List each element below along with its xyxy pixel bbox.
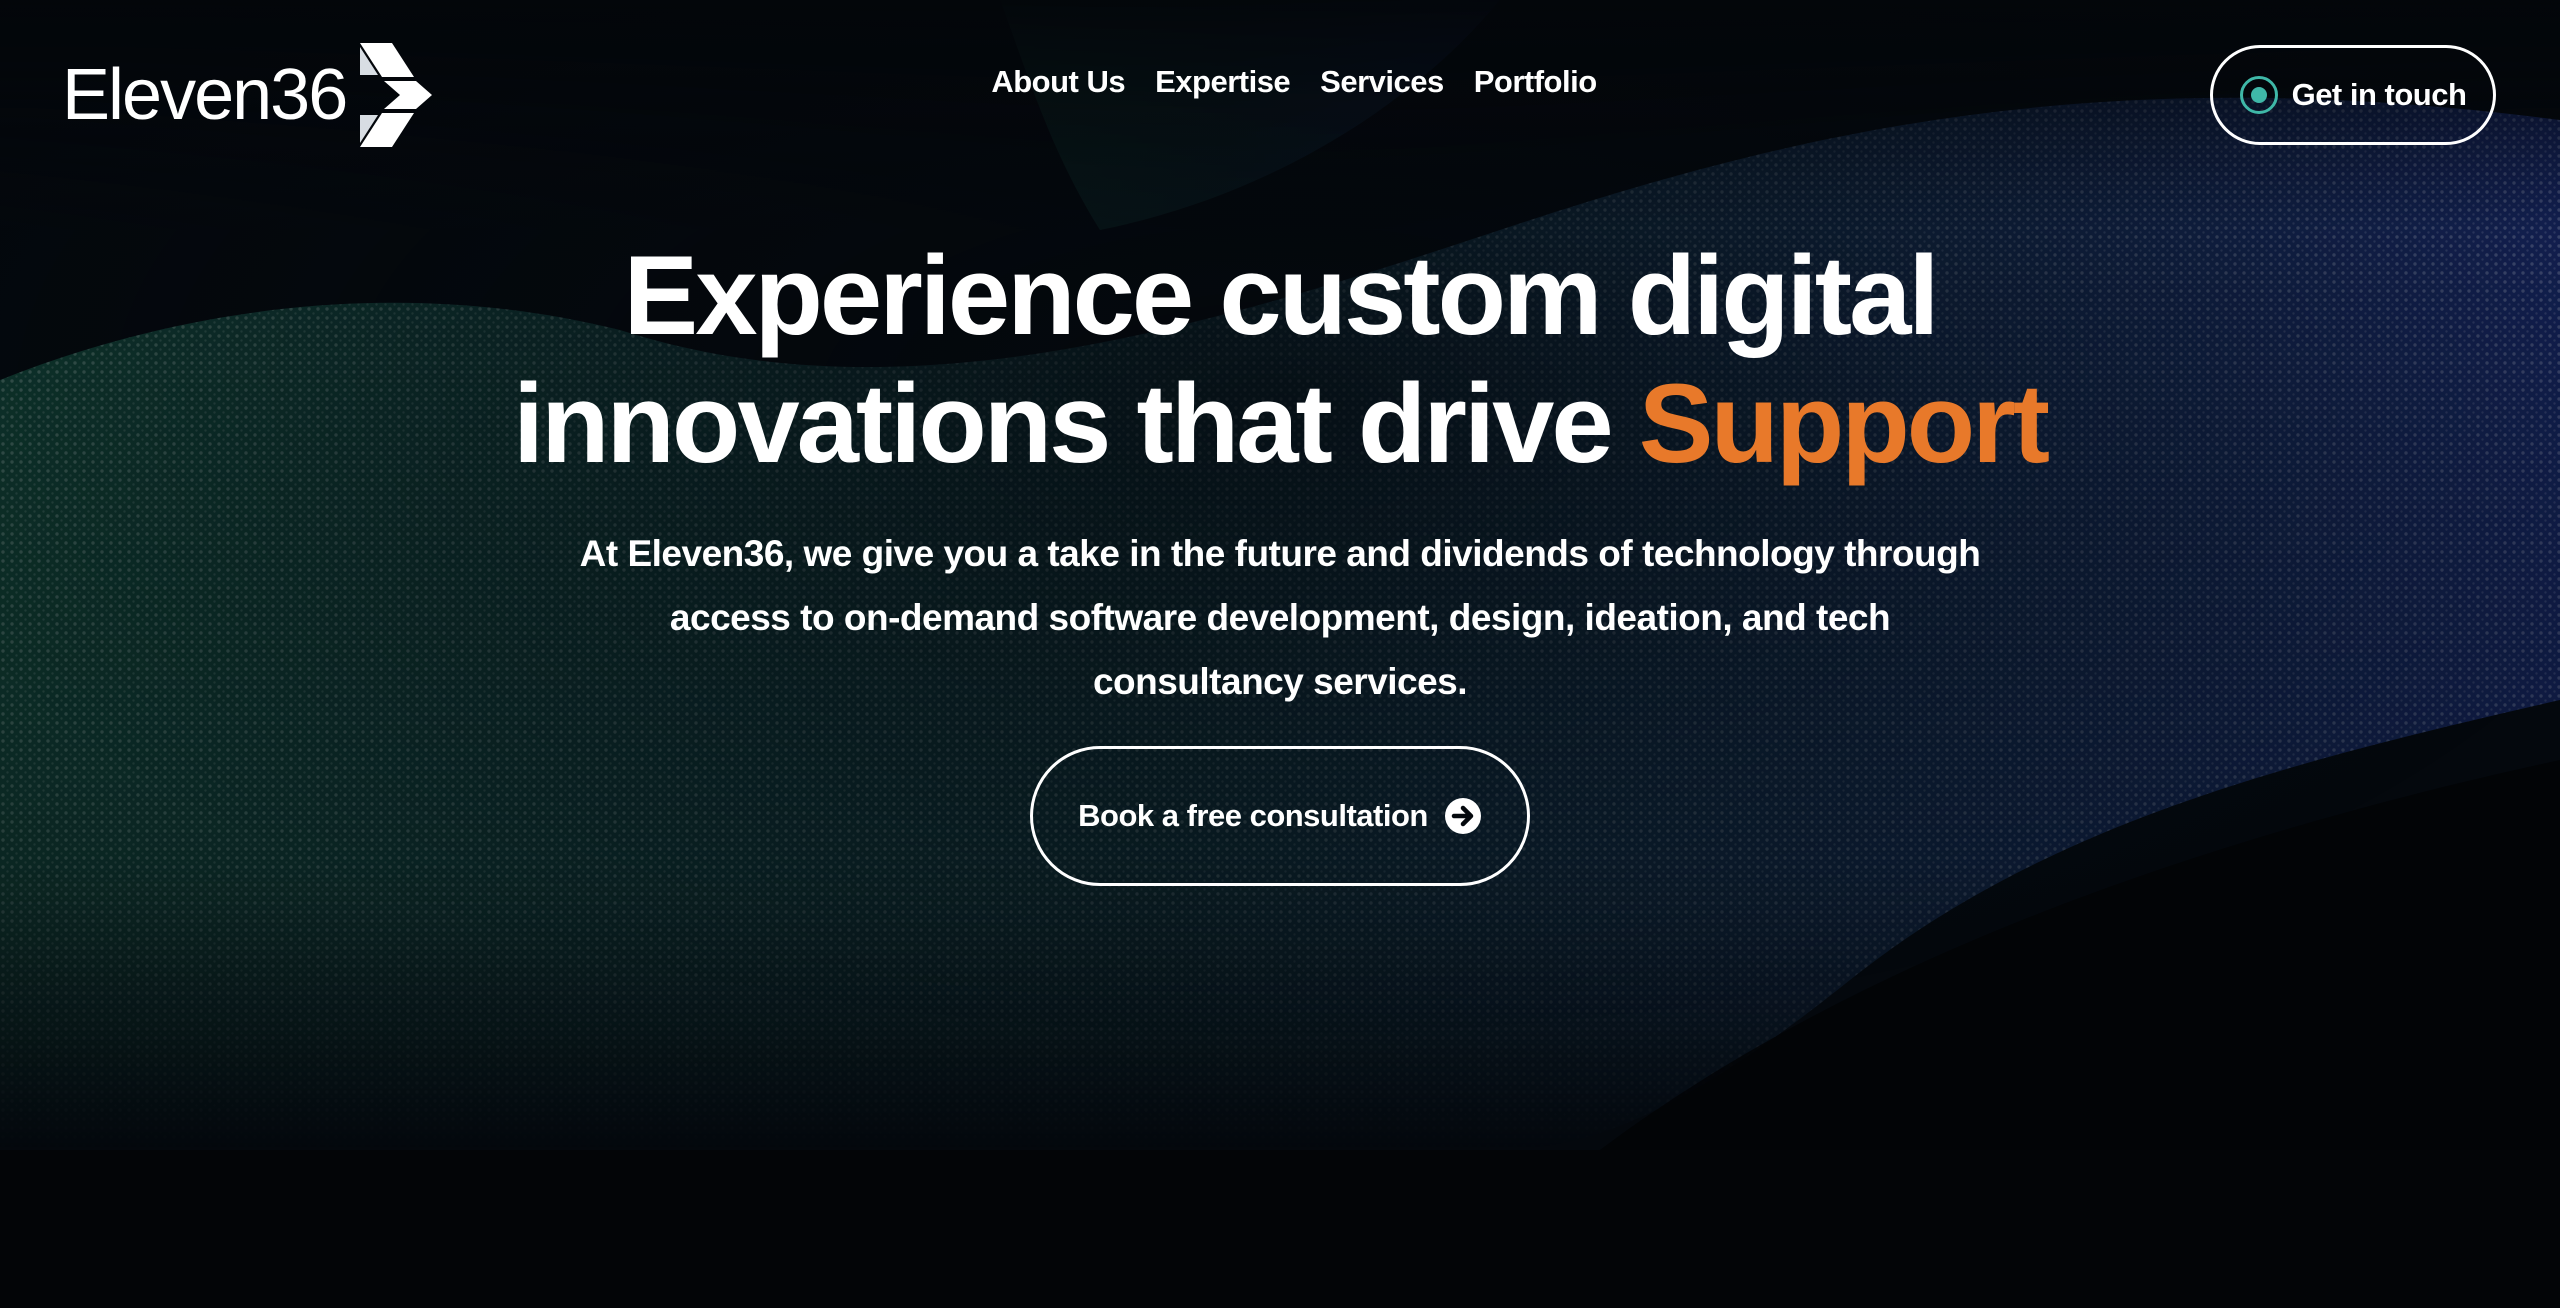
book-consultation-button[interactable]: Book a free consultation: [1030, 746, 1530, 886]
nav-expertise[interactable]: Expertise: [1155, 64, 1291, 100]
radio-dot-icon: [2239, 76, 2278, 114]
arrow-right-circle-icon: [1444, 798, 1481, 834]
nav-services[interactable]: Services: [1320, 64, 1444, 100]
get-in-touch-button[interactable]: Get in touch: [2210, 45, 2496, 145]
nav-about-us[interactable]: About Us: [991, 64, 1125, 100]
subtext-line-2: access to on-demand software development…: [669, 597, 1891, 638]
hero-subtext: At Eleven36, we give you a take in the f…: [560, 522, 2000, 714]
headline-line-1: Experience custom digital: [623, 233, 1940, 358]
headline-accent-word: Support: [1638, 361, 2050, 486]
subtext-line-3: consultancy services.: [1092, 661, 1468, 702]
hero-headline: Experience custom digital innovations th…: [0, 232, 2560, 488]
book-consultation-label: Book a free consultation: [1078, 798, 1428, 833]
headline-line-2: innovations that drive: [512, 361, 1639, 486]
subtext-line-1: At Eleven36, we give you a take in the f…: [579, 533, 1981, 574]
main-nav: About Us Expertise Services Portfolio: [0, 64, 2560, 100]
get-in-touch-label: Get in touch: [2291, 77, 2467, 112]
nav-portfolio[interactable]: Portfolio: [1474, 64, 1597, 100]
hero-section: Eleven36 About Us Expertise Services Por…: [0, 0, 2560, 1150]
next-section-band: [0, 1150, 2560, 1308]
